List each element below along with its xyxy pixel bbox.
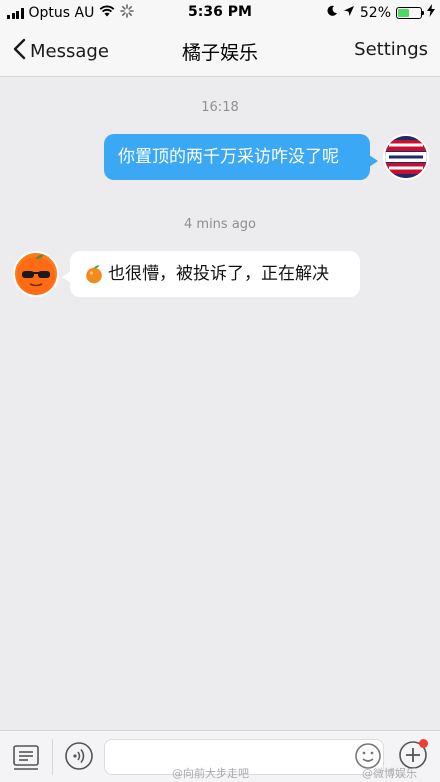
back-button[interactable]: Message — [12, 38, 109, 65]
toolbar-divider — [52, 739, 53, 775]
battery-fill — [398, 8, 410, 17]
message-timestamp: 16:18 — [201, 100, 239, 115]
avatar-graphic — [385, 136, 427, 178]
contact-avatar[interactable] — [13, 251, 59, 297]
input-toolbar: @向前大步走吧 @微博娱乐 — [0, 730, 440, 782]
message-text: 你置顶的两千万采访咋没了呢 — [118, 147, 339, 167]
received-message-bubble[interactable]: 也很懵，被投诉了，正在解决 — [70, 251, 360, 297]
message-text: 也很懵，被投诉了，正在解决 — [108, 264, 329, 284]
sent-message-bubble[interactable]: 你置顶的两千万采访咋没了呢 — [104, 134, 370, 180]
watermark-text: @向前大步走吧 — [172, 767, 249, 780]
orange-emoji-icon — [84, 264, 104, 284]
menu-list-icon[interactable] — [12, 743, 40, 775]
settings-button[interactable]: Settings — [354, 39, 428, 60]
voice-input-icon[interactable] — [64, 741, 94, 775]
notification-dot — [419, 739, 428, 748]
location-arrow-icon — [343, 5, 355, 21]
battery-percent: 52% — [359, 4, 391, 21]
moon-icon — [326, 5, 338, 21]
back-label: Message — [30, 41, 109, 62]
message-timestamp: 4 mins ago — [184, 217, 256, 232]
watermark-text: @微博娱乐 — [362, 767, 417, 780]
self-avatar[interactable] — [383, 134, 429, 180]
bubble-tail — [369, 152, 378, 171]
chevron-left-icon — [12, 38, 26, 65]
orange-sunglasses-icon — [17, 254, 55, 295]
navigation-bar: Message 橘子娱乐 Settings — [0, 26, 440, 77]
chat-screen: Optus AU 5:36 PM 52% Message 橘子娱乐 Settin… — [0, 0, 440, 782]
status-bar: Optus AU 5:36 PM 52% — [0, 0, 440, 26]
status-right: 52% — [326, 4, 435, 21]
battery-icon — [396, 6, 424, 19]
charging-bolt-icon — [427, 4, 435, 21]
